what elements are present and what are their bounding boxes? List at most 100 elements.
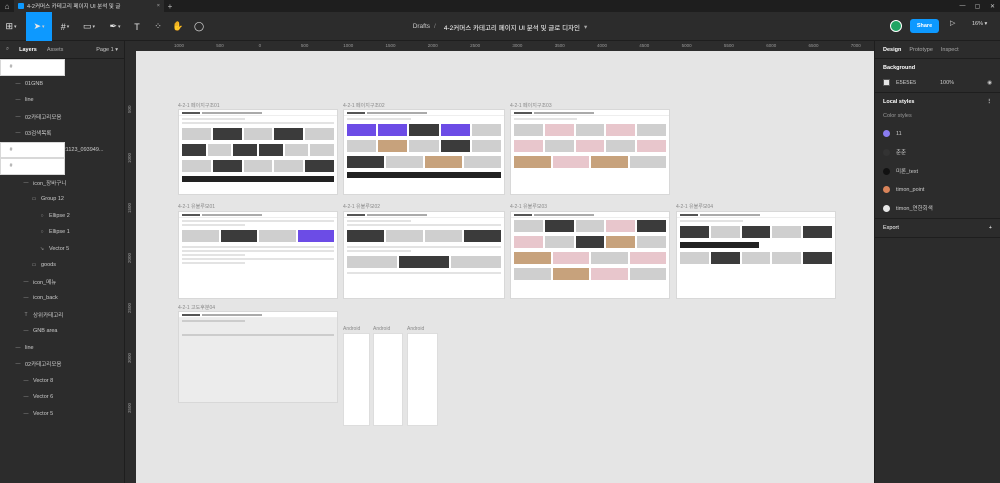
file-tab[interactable]: 4-2커머스 카테고리 페이지 UI 분석 및 글 × — [14, 0, 164, 12]
background-opacity[interactable]: 100% — [940, 80, 954, 86]
layer-row[interactable]: — 01GNB — [0, 76, 124, 93]
ruler-tick-label: 1000 — [127, 152, 132, 163]
file-name[interactable]: 4-2커머스 카테고리 페이지 UI 분석 및 글로 디자인 — [444, 22, 580, 32]
layer-row[interactable]: # Android Large - 1 — [0, 158, 65, 175]
layer-row[interactable]: — 03검색목록 — [0, 125, 124, 142]
frame-label[interactable]: 4-2-1 유불루모01 — [178, 203, 215, 210]
avatar[interactable] — [890, 20, 902, 32]
frame-label[interactable]: 4-2-1 고도후분04 — [178, 304, 215, 311]
present-icon[interactable]: ▷ — [950, 19, 955, 27]
frame-label[interactable]: 4-2-1 유불루모03 — [510, 203, 547, 210]
eye-icon[interactable]: ◉ — [987, 80, 992, 86]
layer-label: 03검색목록 — [25, 131, 52, 138]
text-tool-icon[interactable]: T — [128, 12, 146, 41]
frame-thumbnail[interactable] — [510, 109, 670, 195]
frame-thumbnail[interactable] — [178, 211, 338, 299]
shape-tool-icon[interactable]: ▭ ▾ — [80, 12, 98, 41]
frame-thumbnail[interactable] — [178, 311, 338, 403]
color-style-item[interactable]: timon_point — [883, 186, 992, 193]
layer-row[interactable]: — Vector 6 — [0, 389, 124, 406]
frame-label[interactable]: 4-2-1 페이지구조01 — [178, 102, 220, 109]
layer-type-icon: — — [23, 179, 29, 186]
frame-thumbnail[interactable] — [178, 109, 338, 195]
local-styles-title: Local styles — [883, 99, 915, 105]
layer-type-icon: ○ — [40, 212, 44, 219]
layer-row[interactable]: — line — [0, 92, 124, 109]
frame-label[interactable]: Android — [373, 326, 390, 332]
android-frame[interactable] — [373, 333, 403, 426]
resources-icon[interactable]: ⁘ — [149, 12, 167, 41]
frame-thumbnail[interactable] — [343, 211, 505, 299]
color-style-item[interactable]: timon_연한회색 — [883, 204, 992, 212]
layer-row[interactable]: — icon_메뉴 — [0, 274, 124, 291]
tab-layers[interactable]: Layers — [19, 47, 37, 53]
frame-label[interactable]: 4-2-1 페이지구조03 — [510, 102, 552, 109]
home-icon[interactable]: ⌂ — [0, 0, 14, 12]
breadcrumb-drafts[interactable]: Drafts — [413, 23, 430, 30]
layer-row[interactable]: ▭ goods — [0, 257, 124, 274]
layer-row[interactable]: — Vector 5 — [0, 406, 124, 423]
ruler-tick-label: 3500 — [554, 43, 565, 48]
background-swatch[interactable] — [883, 79, 890, 86]
layer-row[interactable]: — Vector 8 — [0, 373, 124, 390]
layer-row[interactable]: — 02카테고리모음 — [0, 356, 124, 373]
tab-assets[interactable]: Assets — [47, 47, 64, 53]
android-frame[interactable] — [343, 333, 370, 426]
move-tool-icon[interactable]: ➤ ▾ — [26, 12, 52, 41]
layer-row[interactable]: — line — [0, 340, 124, 357]
frame-thumbnail[interactable] — [676, 211, 836, 299]
maximize-icon[interactable]: ▢ — [970, 0, 985, 12]
android-frame[interactable] — [407, 333, 438, 426]
color-styles-list: 11 춘춘미론_text timon_point timon_연한회색 — [883, 130, 992, 212]
frame-tool-icon[interactable]: # ▾ — [56, 12, 74, 41]
layer-label: 02카테고리모음 — [25, 114, 62, 121]
layer-row[interactable]: — 02카테고리모음 — [0, 109, 124, 126]
frame-label[interactable]: 4-2-1 페이지구조02 — [343, 102, 385, 109]
frame-label[interactable]: 4-2-1 유불루모04 — [676, 203, 713, 210]
color-style-item[interactable]: 춘춘 — [883, 148, 992, 156]
frame-label[interactable]: 4-2-1 유불루모02 — [343, 203, 380, 210]
layer-row[interactable]: # Android Large - 3 — [0, 59, 65, 76]
tab-design[interactable]: Design — [883, 47, 901, 53]
canvas[interactable]: 1000 500 0 500 1000 1500 2000 2500 3000 3500 4000 4… — [126, 41, 874, 483]
main-menu-icon[interactable]: ⊞ ▾ — [2, 12, 20, 41]
new-tab-button[interactable]: + — [164, 2, 176, 11]
layer-row[interactable]: ▭ Group 12 — [0, 191, 124, 208]
more-icon[interactable]: ⋮ — [987, 99, 993, 105]
layer-row[interactable]: — icon_장바구니 — [0, 175, 124, 192]
background-fill-row[interactable]: E5E5E5 100% ◉ — [883, 79, 992, 86]
background-hex[interactable]: E5E5E5 — [896, 80, 940, 86]
tab-inspect[interactable]: Inspect — [941, 47, 959, 53]
frame-label[interactable]: Android — [343, 326, 360, 332]
close-tab-icon[interactable]: × — [157, 3, 160, 9]
ruler-tick-label: 3000 — [512, 43, 523, 48]
layer-row[interactable]: ○ Ellipse 2 — [0, 208, 124, 225]
zoom-level[interactable]: 16% ▾ — [972, 21, 987, 27]
color-style-item[interactable]: 11 — [883, 130, 992, 137]
layer-type-icon: # — [9, 64, 13, 71]
add-export-button[interactable]: + — [989, 225, 992, 231]
ruler-tick-label: 5000 — [681, 43, 692, 48]
layer-row[interactable]: # Android Large - 2 — [0, 141, 65, 158]
frame-thumbnail[interactable] — [510, 211, 670, 299]
tab-prototype[interactable]: Prototype — [909, 47, 933, 53]
chevron-down-icon[interactable]: ▾ — [584, 23, 587, 31]
search-icon[interactable]: ⌕ — [6, 46, 9, 53]
frame-label[interactable]: Android — [407, 326, 424, 332]
comment-tool-icon[interactable]: ◯ — [190, 12, 208, 41]
layer-row[interactable]: T 상위카테고리 — [0, 307, 124, 324]
layer-type-icon: — — [15, 361, 21, 368]
minimize-icon[interactable]: — — [955, 0, 970, 12]
layer-row[interactable]: ↘ Vector 5 — [0, 241, 124, 258]
layer-row[interactable]: ○ Ellipse 1 — [0, 224, 124, 241]
ruler-tick-label: 4000 — [597, 43, 608, 48]
layer-row[interactable]: — icon_back — [0, 290, 124, 307]
color-style-item[interactable]: 미론_text — [883, 167, 992, 175]
share-button[interactable]: Share — [910, 19, 939, 33]
layer-row[interactable]: — GNB area — [0, 323, 124, 340]
hand-tool-icon[interactable]: ✋ — [169, 12, 187, 41]
pen-tool-icon[interactable]: ✒ ▾ — [106, 12, 124, 41]
frame-thumbnail[interactable] — [343, 109, 505, 195]
window-close-icon[interactable]: ✕ — [985, 0, 1000, 12]
page-selector[interactable]: Page 1 ▾ — [96, 47, 118, 53]
